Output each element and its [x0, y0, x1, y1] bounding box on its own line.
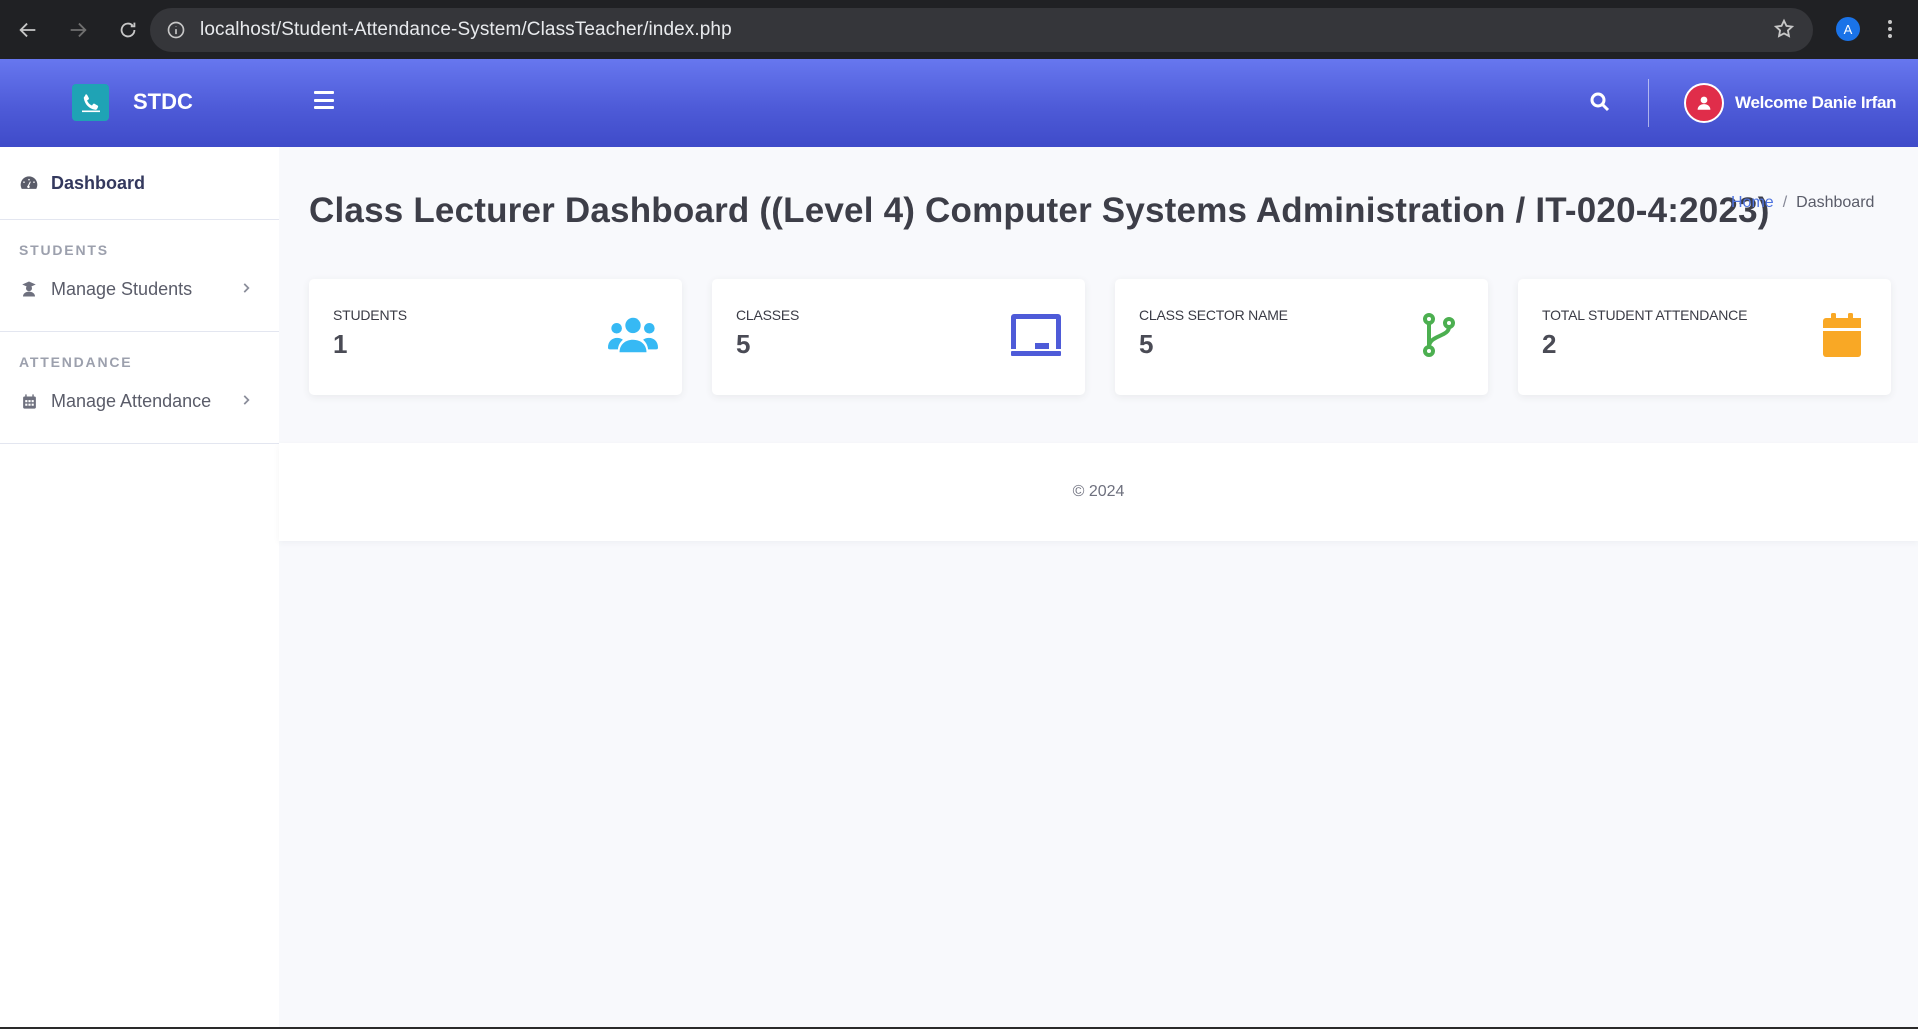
- browser-menu-icon[interactable]: [1880, 14, 1900, 44]
- sidebar-item-label: Dashboard: [51, 172, 146, 193]
- stat-card-value: 5: [736, 329, 751, 359]
- sidebar-toggle-icon[interactable]: [314, 91, 334, 109]
- stat-card-label: Class Sector Name: [1139, 307, 1288, 323]
- breadcrumb-home-link[interactable]: Home: [1731, 194, 1774, 212]
- sidebar-item-label: Manage Attendance: [51, 390, 212, 411]
- stat-card-value: 1: [333, 329, 348, 359]
- app-topbar: STDC Welcome Danie Irfan: [0, 59, 1918, 147]
- stat-card-label: Classes: [736, 307, 800, 323]
- address-bar[interactable]: localhost/Student-Attendance-System/Clas…: [150, 8, 1813, 52]
- chevron-right-icon: [239, 279, 253, 300]
- breadcrumb: Home / Dashboard: [1731, 194, 1874, 212]
- brand-name[interactable]: STDC: [133, 89, 193, 115]
- stat-card-label: Students: [333, 307, 407, 323]
- sidebar-item-manage-attendance[interactable]: Manage Attendance: [0, 376, 279, 426]
- sidebar-item-manage-students[interactable]: Manage Students: [0, 264, 279, 314]
- stat-card-students: Students 1: [309, 279, 682, 395]
- browser-toolbar: localhost/Student-Attendance-System/Clas…: [0, 0, 1918, 59]
- footer: © 2024: [279, 443, 1918, 541]
- sidebar-item-label: Manage Students: [51, 278, 193, 299]
- breadcrumb-current: Dashboard: [1796, 194, 1875, 211]
- chevron-right-icon: [239, 391, 253, 412]
- calendar-grid-icon: [19, 391, 39, 411]
- search-icon[interactable]: [1588, 90, 1612, 114]
- stat-card-value: 5: [1139, 329, 1154, 359]
- page-title: Class Lecturer Dashboard ((Level 4) Comp…: [309, 191, 1770, 230]
- bookmark-star-icon[interactable]: [1773, 18, 1795, 45]
- code-branch-icon: [1414, 313, 1464, 357]
- sidebar-heading-attendance: ATTENDANCE: [19, 354, 133, 370]
- attendance-section: ATTENDANCE Manage Attendance: [0, 332, 279, 444]
- stat-card-value: 2: [1542, 329, 1557, 359]
- reload-icon[interactable]: [106, 8, 150, 52]
- user-graduate-icon: [19, 279, 39, 299]
- sidebar: Dashboard STUDENTS Manage Students ATTEN…: [0, 147, 279, 1029]
- site-info-icon[interactable]: [156, 10, 196, 50]
- users-icon: [608, 313, 658, 357]
- stat-card-total-attendance: Total Student Attendance 2: [1518, 279, 1891, 395]
- browser-profile-avatar[interactable]: A: [1836, 17, 1860, 41]
- forward-arrow-icon[interactable]: [56, 8, 100, 52]
- user-menu[interactable]: Welcome Danie Irfan: [1684, 83, 1897, 123]
- stat-card-label: Total Student Attendance: [1542, 307, 1748, 323]
- breadcrumb-separator: /: [1782, 194, 1788, 211]
- topbar-divider: [1648, 79, 1649, 127]
- brand-logo-icon[interactable]: [72, 84, 109, 121]
- students-section: STUDENTS Manage Students: [0, 220, 279, 332]
- user-avatar-icon[interactable]: [1684, 83, 1724, 123]
- welcome-user-text[interactable]: Welcome Danie Irfan: [1735, 93, 1897, 113]
- calendar-icon: [1817, 313, 1867, 357]
- back-arrow-icon[interactable]: [6, 8, 50, 52]
- tachometer-icon: [19, 173, 39, 193]
- url-text: localhost/Student-Attendance-System/Clas…: [200, 19, 732, 40]
- stat-card-class-sector: Class Sector Name 5: [1115, 279, 1488, 395]
- chalkboard-icon: [1011, 313, 1061, 357]
- copyright-text: © 2024: [1072, 483, 1125, 500]
- sidebar-item-dashboard[interactable]: Dashboard: [0, 147, 279, 220]
- sidebar-heading-students: STUDENTS: [19, 242, 109, 258]
- stat-card-classes: Classes 5: [712, 279, 1085, 395]
